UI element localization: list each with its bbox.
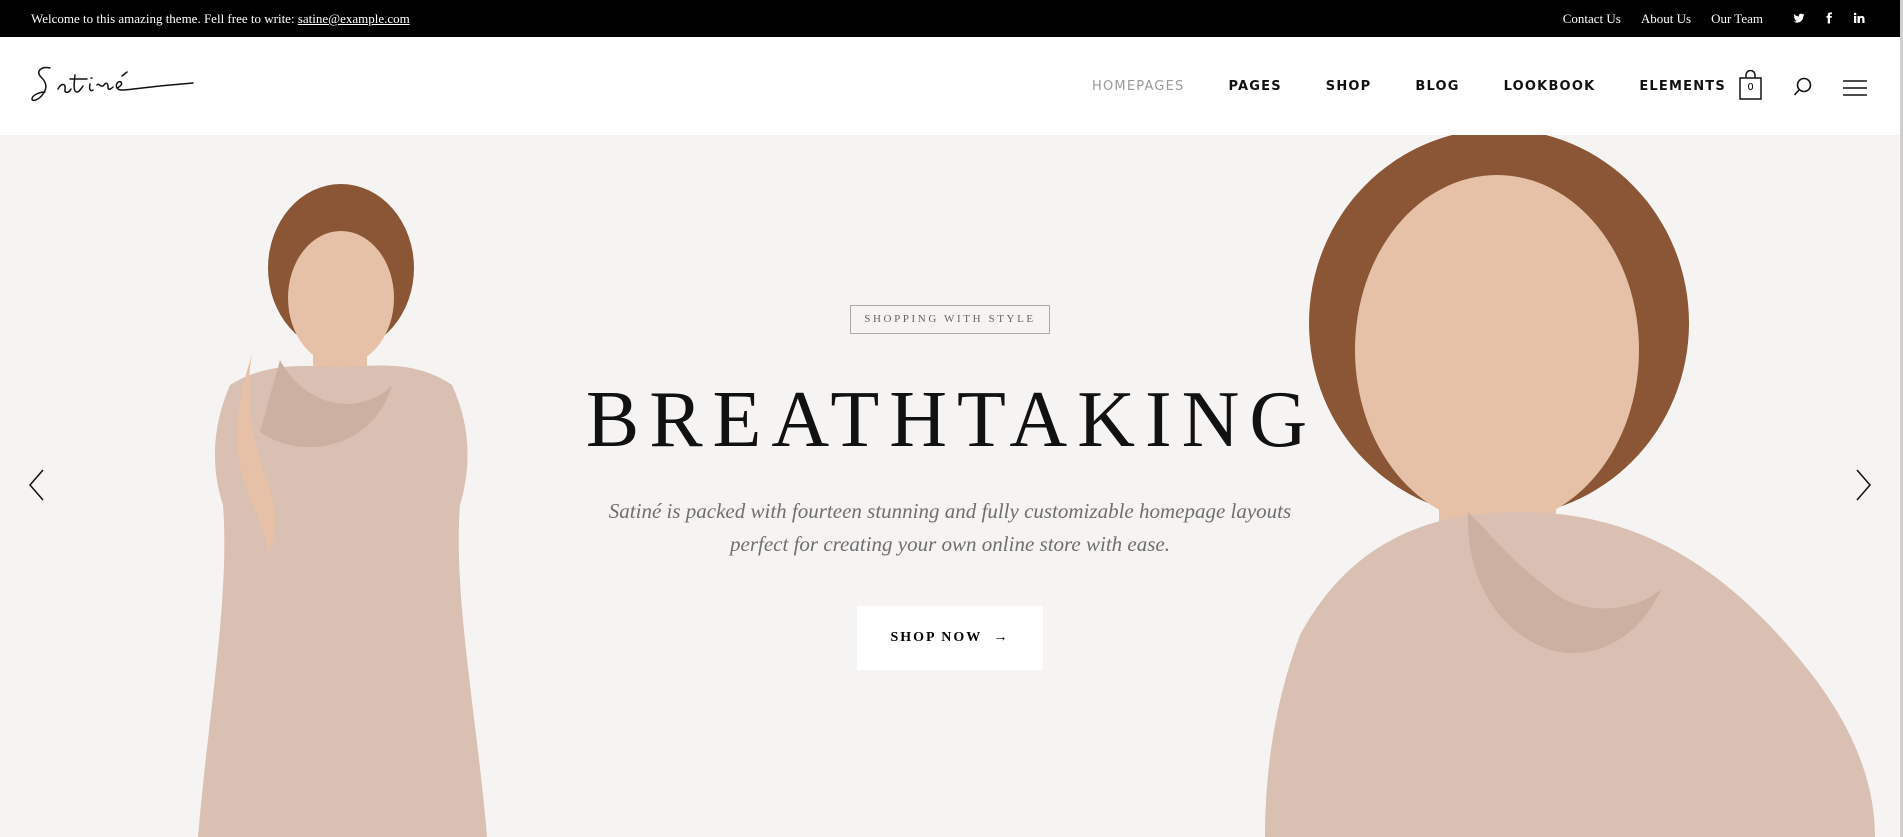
hero-slider: SHOPPING WITH STYLE BREATHTAKING Satiné … xyxy=(0,135,1903,837)
nav-lookbook[interactable]: LOOKBOOK xyxy=(1504,79,1596,94)
nav-blog[interactable]: BLOG xyxy=(1415,79,1459,94)
search-button[interactable] xyxy=(1793,77,1813,97)
about-us-link[interactable]: About Us xyxy=(1641,11,1691,27)
model-left-image xyxy=(198,184,487,837)
slider-next-arrow[interactable] xyxy=(1853,468,1873,502)
chevron-right-icon xyxy=(1856,469,1871,501)
email-link[interactable]: satine@example.com xyxy=(298,11,410,26)
menu-button[interactable] xyxy=(1843,79,1867,97)
hero-headline: BREATHTAKING xyxy=(585,376,1318,464)
main-nav: HOMEPAGES PAGES SHOP BLOG LOOKBOOK ELEME… xyxy=(1092,79,1770,94)
top-bar: Welcome to this amazing theme. Fell free… xyxy=(0,0,1903,37)
slider-prev-arrow[interactable] xyxy=(27,468,47,502)
top-links: Contact Us About Us Our Team xyxy=(1543,11,1867,27)
nav-homepages[interactable]: HOMEPAGES xyxy=(1092,79,1184,94)
hamburger-icon xyxy=(1843,80,1867,96)
logo-script-mark xyxy=(31,66,194,102)
cart-button[interactable]: 0 xyxy=(1739,69,1762,100)
arrow-right-icon: → xyxy=(993,630,1010,645)
cart-count: 0 xyxy=(1747,82,1754,93)
hero-subtitle-line-1: Satiné is packed with fourteen stunning … xyxy=(608,499,1292,523)
chevron-left-icon xyxy=(29,469,44,501)
nav-shop[interactable]: SHOP xyxy=(1326,79,1372,94)
our-team-link[interactable]: Our Team xyxy=(1711,11,1763,27)
search-icon xyxy=(1793,77,1812,96)
site-header: HOMEPAGES PAGES SHOP BLOG LOOKBOOK ELEME… xyxy=(0,37,1903,135)
nav-pages[interactable]: PAGES xyxy=(1228,79,1281,94)
hero-subtitle-line-2: perfect for creating your own online sto… xyxy=(730,532,1170,556)
shop-now-button[interactable]: SHOP NOW → xyxy=(857,606,1043,670)
contact-us-link[interactable]: Contact Us xyxy=(1563,11,1621,27)
hero-subtitle: Satiné is packed with fourteen stunning … xyxy=(570,495,1330,561)
nav-elements[interactable]: ELEMENTS xyxy=(1639,79,1726,94)
facebook-icon[interactable] xyxy=(1823,12,1837,26)
welcome-text: Welcome to this amazing theme. Fell free… xyxy=(31,11,295,26)
twitter-icon[interactable] xyxy=(1793,12,1807,26)
linkedin-icon[interactable] xyxy=(1853,12,1867,26)
logo[interactable] xyxy=(30,61,196,107)
model-right-image xyxy=(1265,135,1875,837)
shop-now-label: SHOP NOW xyxy=(890,630,983,645)
social-links xyxy=(1777,12,1867,26)
welcome-message: Welcome to this amazing theme. Fell free… xyxy=(31,11,410,27)
hero-tag: SHOPPING WITH STYLE xyxy=(850,305,1050,334)
